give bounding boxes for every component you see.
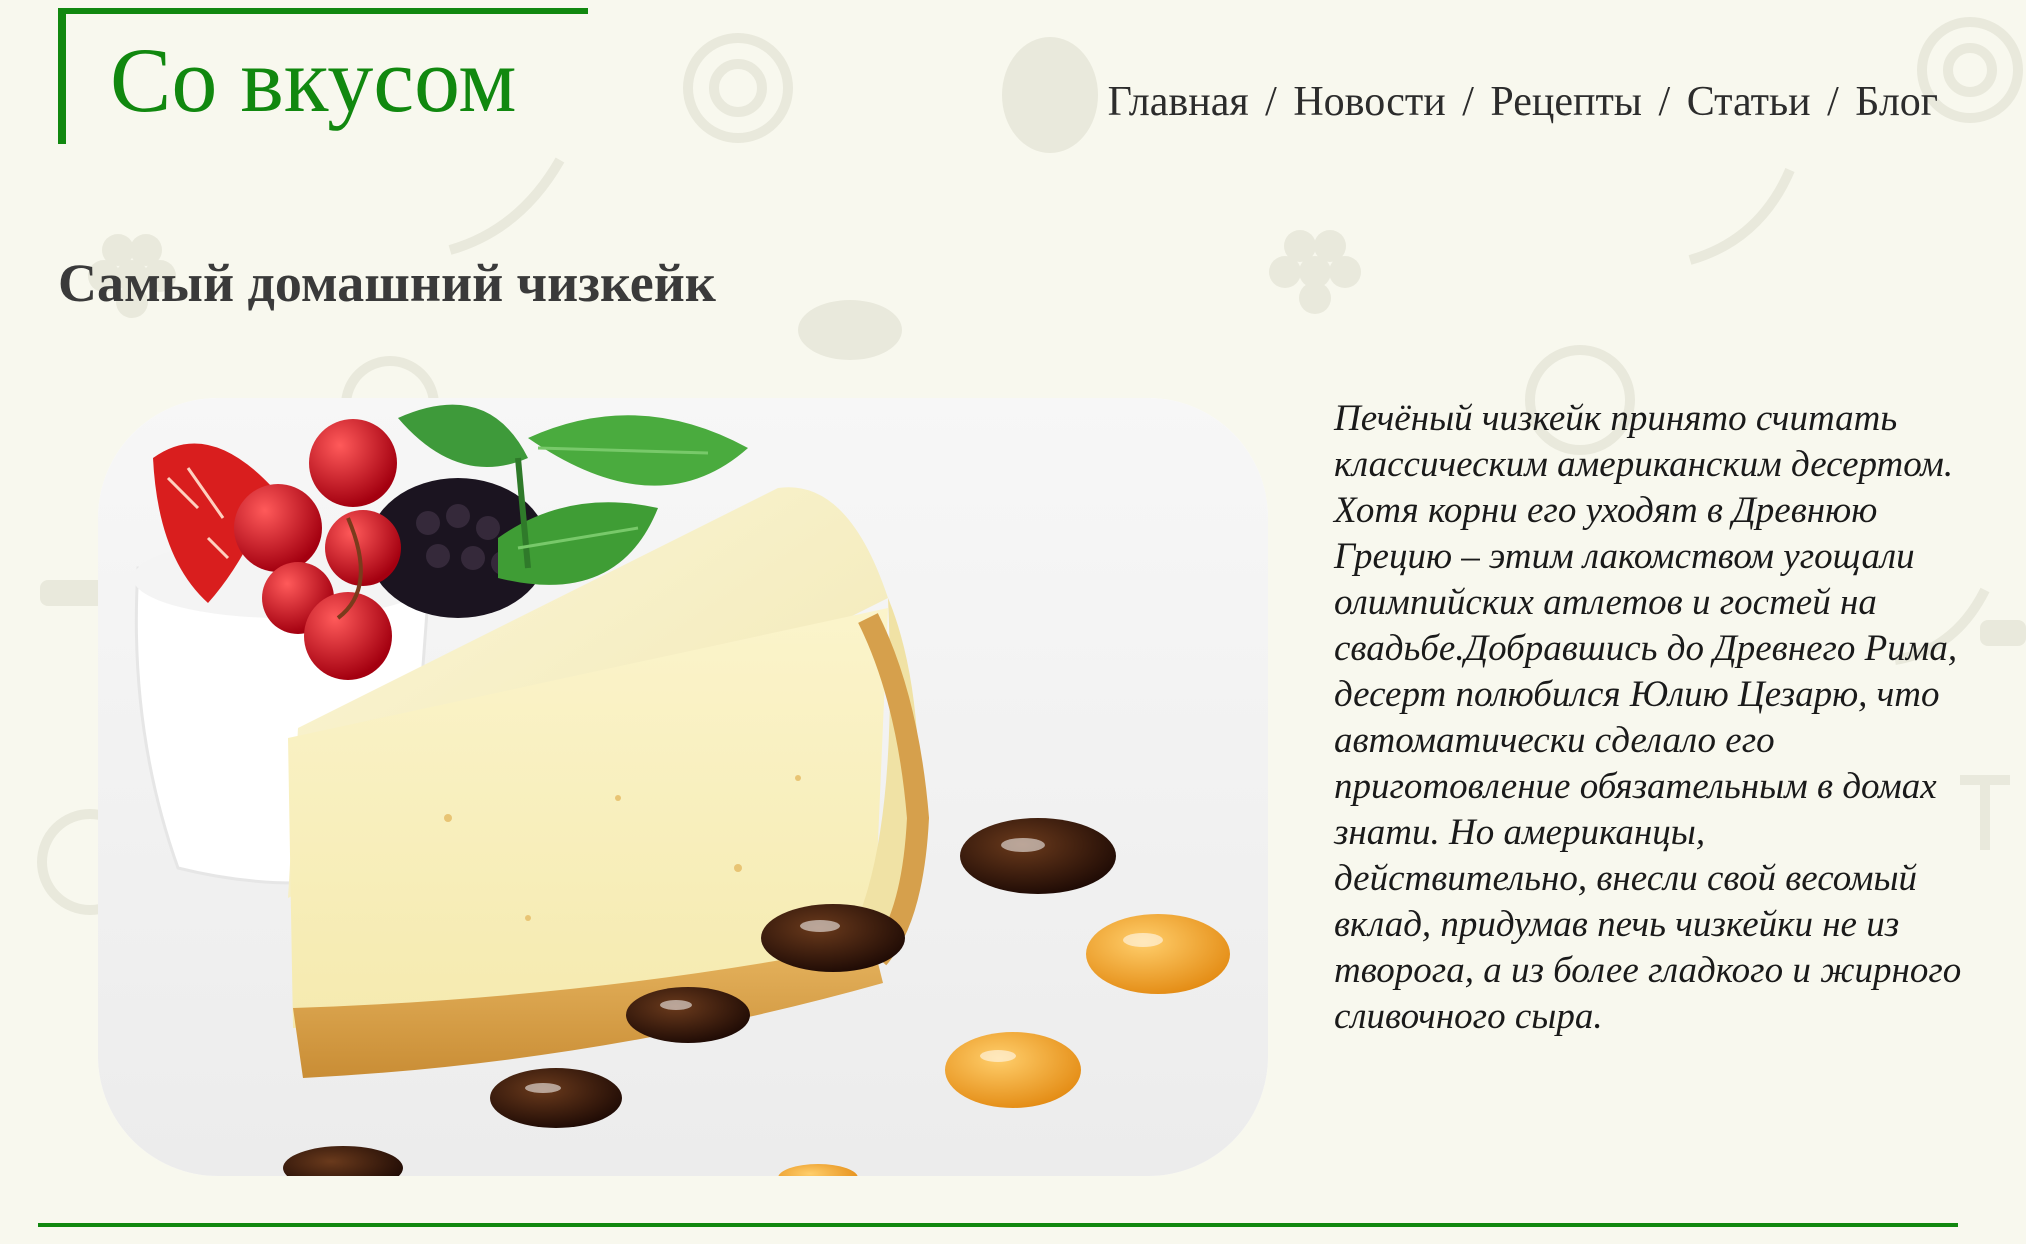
nav-separator: / xyxy=(1462,79,1474,125)
logo-frame: Со вкусом xyxy=(58,8,588,144)
nav-separator: / xyxy=(1827,79,1839,125)
site-logo[interactable]: Со вкусом xyxy=(110,34,517,126)
main-nav: Главная / Новости / Рецепты / Статьи / Б… xyxy=(1108,78,1938,126)
article-title: Самый домашний чизкейк xyxy=(58,253,716,313)
nav-item-articles[interactable]: Статьи xyxy=(1687,79,1811,125)
nav-item-blog[interactable]: Блог xyxy=(1855,79,1938,125)
nav-item-news[interactable]: Новости xyxy=(1293,79,1445,125)
cheesecake-photo xyxy=(98,398,1268,1176)
footer-divider xyxy=(38,1223,1958,1227)
nav-item-home[interactable]: Главная xyxy=(1108,79,1249,125)
article-body: Печёный чизкейк принято считать классиче… xyxy=(1334,398,1962,1037)
nav-separator: / xyxy=(1658,79,1671,125)
nav-separator: / xyxy=(1265,79,1277,125)
cheesecake-illustration xyxy=(98,398,1268,1176)
nav-item-recipes[interactable]: Рецепты xyxy=(1490,79,1642,125)
